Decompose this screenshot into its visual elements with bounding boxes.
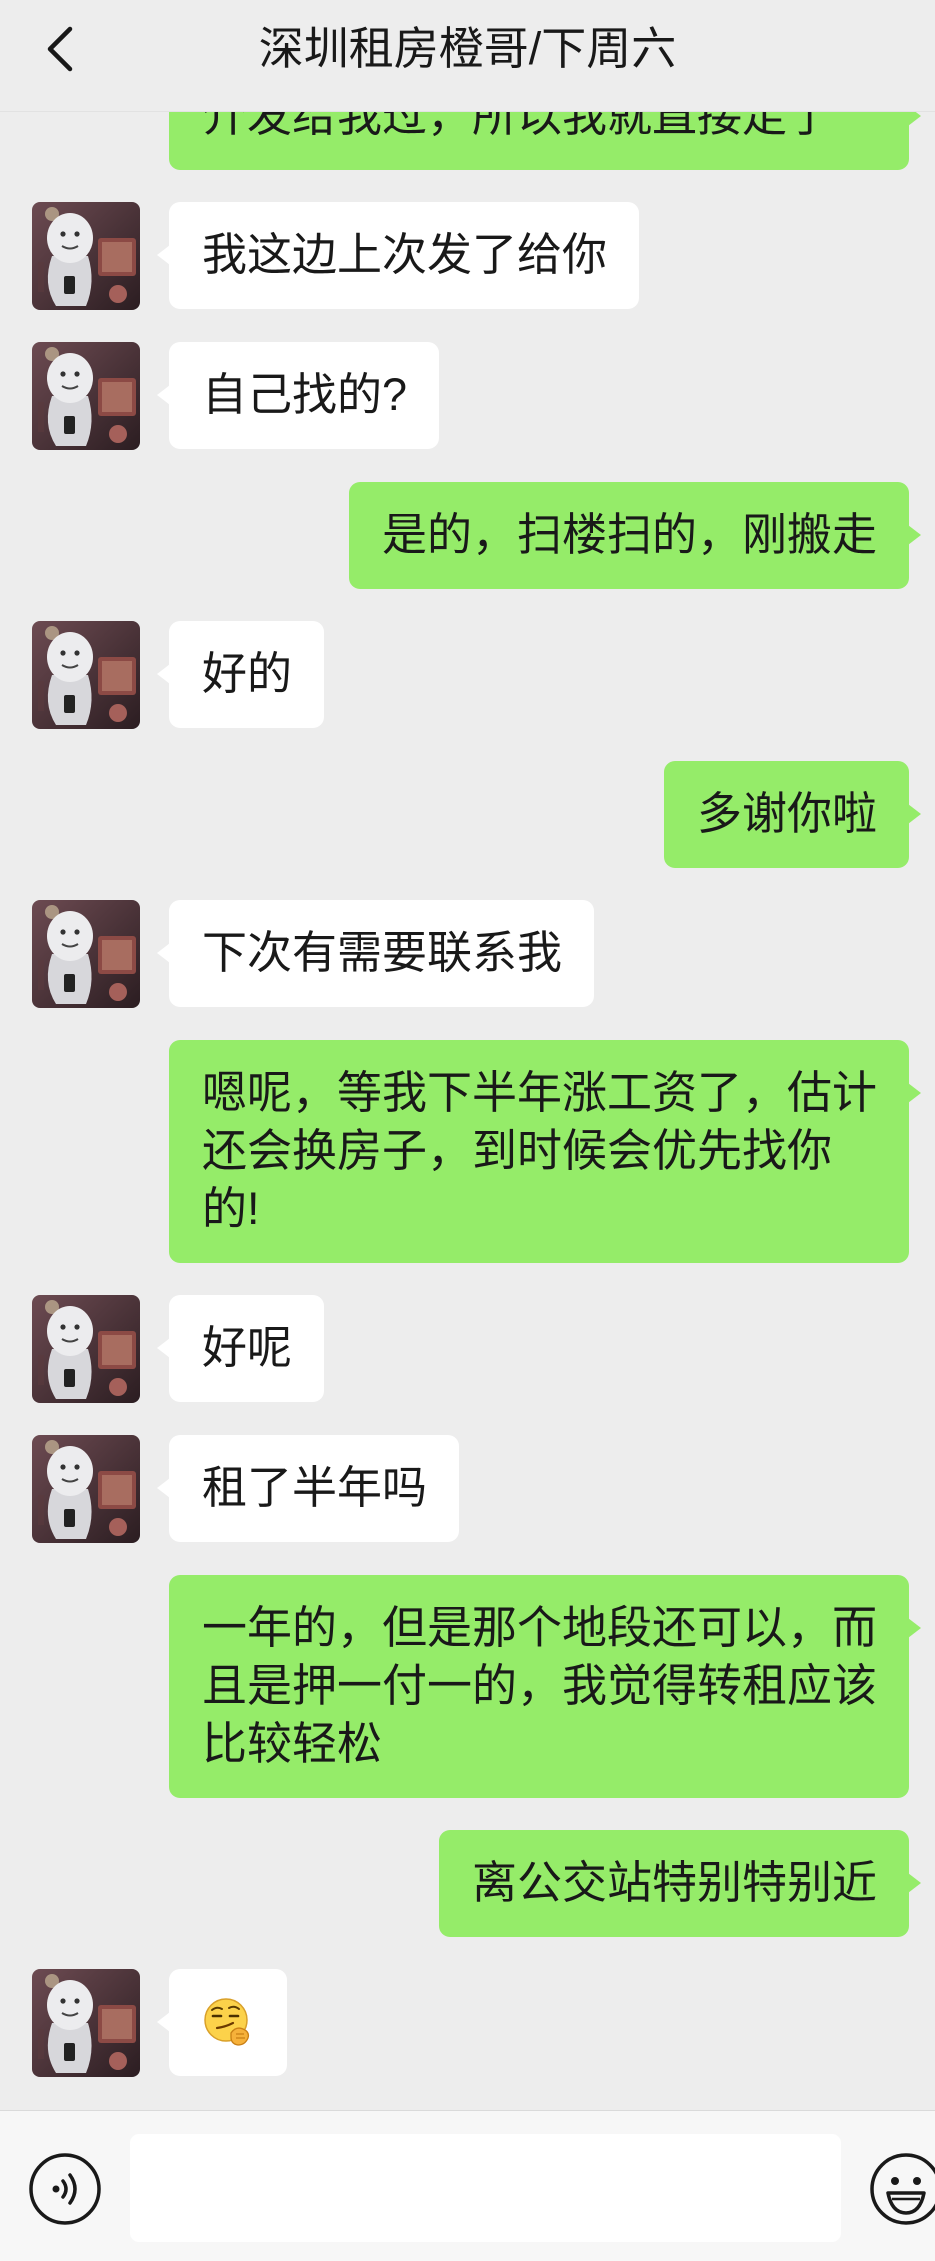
message-row: 嗯呢，等我下半年涨工资了，估计 还会换房子，到时候会优先找你 的! (0, 1040, 935, 1263)
message-row: 好的 (0, 621, 935, 729)
message-text: 一年的，但是那个地段还可以，而 (202, 1602, 878, 1653)
sent-message-bubble[interactable]: 是的，扫楼扫的，刚搬走 (348, 482, 922, 589)
avatar-image (38, 1300, 136, 1399)
avatar-image (38, 347, 136, 446)
message-text: 离公交站特别特别近 (471, 1857, 877, 1908)
message-row: 离公交站特别特别近 (0, 1830, 935, 1937)
chat-header: 深圳租房橙哥/下周六 (0, 0, 935, 112)
chat-title: 深圳租房橙哥/下周六 (258, 23, 677, 74)
sent-message-bubble[interactable]: 一年的，但是那个地段还可以，而 且是押一付一的，我觉得转租应该 比较轻松 (169, 1575, 921, 1798)
emoji-button[interactable] (868, 2151, 935, 2227)
received-message-bubble[interactable]: 下次有需要联系我 (156, 900, 595, 1007)
message-row: 自己找的? (0, 342, 935, 450)
smirk-emoji-icon (204, 1998, 250, 2046)
message-row (0, 1969, 935, 2077)
received-message-bubble[interactable]: 我这边上次发了给你 (156, 202, 640, 309)
message-text: 多谢你啦 (696, 788, 877, 839)
voice-button[interactable] (27, 2151, 103, 2227)
message-text: 自己找的? (202, 369, 408, 420)
message-text: 好的 (202, 648, 293, 699)
message-row: 我这边上次发了给你 (0, 202, 935, 310)
avatar-image (38, 1974, 136, 2073)
message-row: 好呢 (0, 1295, 935, 1403)
contact-avatar[interactable] (32, 621, 140, 729)
message-row: 一年的，但是那个地段还可以，而 且是押一付一的，我觉得转租应该 比较轻松 (0, 1575, 935, 1798)
back-button[interactable] (30, 18, 90, 80)
message-text: 且是押一付一的，我觉得转租应该 (202, 1660, 878, 1711)
message-text: 好呢 (202, 1322, 293, 1373)
message-text: 租了半年吗 (202, 1462, 428, 1513)
emoji-icon (870, 2153, 935, 2225)
received-message-bubble[interactable]: 自己找的? (156, 342, 440, 449)
received-message-bubble[interactable]: 好的 (156, 621, 325, 728)
contact-avatar[interactable] (32, 900, 140, 1008)
contact-avatar[interactable] (32, 1295, 140, 1403)
received-message-bubble[interactable]: 租了半年吗 (156, 1435, 460, 1542)
message-text: 的! (202, 1183, 260, 1234)
sent-message-bubble[interactable]: 离公交站特别特别近 (438, 1830, 922, 1937)
avatar-image (38, 207, 136, 306)
contact-avatar[interactable] (32, 342, 140, 450)
voice-icon (29, 2153, 101, 2225)
message-text: 下次有需要联系我 (202, 927, 563, 978)
sent-message-bubble[interactable]: 多谢你啦 (663, 761, 922, 868)
avatar-image (38, 626, 136, 725)
chat-area[interactable]: 介发给我过，所以我就直接走了 我这边上次发了给你 自己找的? 是的，扫楼扫的，刚搬走… (0, 0, 935, 2110)
message-text: 嗯呢，等我下半年涨工资了，估计 (202, 1067, 878, 1118)
input-bar (0, 2110, 935, 2261)
sent-message-bubble[interactable]: 嗯呢，等我下半年涨工资了，估计 还会换房子，到时候会优先找你 的! (169, 1040, 921, 1263)
message-input[interactable] (130, 2134, 841, 2242)
message-text: 我这边上次发了给你 (202, 229, 608, 280)
message-text: 比较轻松 (202, 1718, 383, 1769)
chevron-left-icon (47, 26, 73, 72)
avatar-image (38, 1440, 136, 1539)
avatar-image (38, 905, 136, 1004)
contact-avatar[interactable] (32, 1969, 140, 2077)
message-text: 还会换房子，到时候会优先找你 (202, 1125, 833, 1176)
received-message-bubble[interactable] (157, 1969, 287, 2076)
message-row: 多谢你啦 (0, 761, 935, 868)
message-row: 租了半年吗 (0, 1435, 935, 1543)
message-list: 介发给我过，所以我就直接走了 我这边上次发了给你 自己找的? 是的，扫楼扫的，刚搬走… (0, 63, 935, 2077)
contact-avatar[interactable] (32, 1435, 140, 1543)
message-row: 是的，扫楼扫的，刚搬走 (0, 482, 935, 589)
message-text: 是的，扫楼扫的，刚搬走 (381, 509, 877, 560)
message-row: 下次有需要联系我 (0, 900, 935, 1008)
contact-avatar[interactable] (32, 202, 140, 310)
received-message-bubble[interactable]: 好呢 (156, 1295, 325, 1402)
